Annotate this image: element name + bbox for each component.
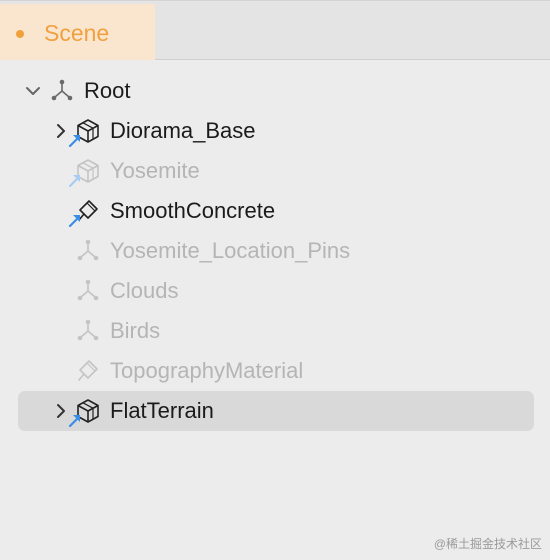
tab-bar: Scene	[0, 0, 550, 60]
tree-item-clouds[interactable]: Clouds	[18, 271, 534, 311]
tree-item-label: TopographyMaterial	[110, 358, 304, 383]
tree-item-diorama-base[interactable]: Diorama_Base	[18, 111, 534, 151]
link-arrow-icon	[68, 175, 81, 187]
chevron-right-icon[interactable]	[53, 123, 69, 139]
link-arrow-icon	[68, 415, 81, 427]
material-icon	[78, 360, 98, 381]
tree-item-smoothconcrete[interactable]: SmoothConcrete	[18, 191, 534, 231]
tree-item-topographymaterial[interactable]: TopographyMaterial	[18, 351, 534, 391]
tree-item-label: Clouds	[110, 278, 179, 303]
tree-item-flatterrain[interactable]: FlatTerrain	[18, 391, 534, 431]
tab-scene-label: Scene	[44, 20, 110, 46]
tree-item-label: Diorama_Base	[110, 118, 256, 143]
tree-item-label: Birds	[110, 318, 161, 343]
tree-item-label: Root	[84, 78, 131, 103]
transform-node-icon	[77, 319, 99, 341]
transform-node-icon	[51, 79, 73, 101]
tree-item-label: Yosemite_Location_Pins	[110, 238, 351, 263]
tree-item-birds[interactable]: Birds	[18, 311, 534, 351]
link-arrow-icon	[68, 135, 81, 147]
tree-item-yosemite[interactable]: Yosemite	[18, 151, 534, 191]
transform-node-icon	[77, 239, 99, 261]
tree-item-label: SmoothConcrete	[110, 198, 276, 223]
chevron-down-icon[interactable]	[25, 83, 41, 99]
tree-item-label: FlatTerrain	[110, 398, 214, 423]
tree-item-label: Yosemite	[110, 158, 200, 183]
tree-item-yosemite-location-pins[interactable]: Yosemite_Location_Pins	[18, 231, 534, 271]
tree-item-root[interactable]: Root	[18, 71, 534, 111]
chevron-right-icon[interactable]	[53, 403, 69, 419]
link-arrow-icon	[68, 215, 81, 227]
watermark: @稀土掘金技术社区	[433, 537, 542, 551]
tab-indicator-dot	[16, 30, 24, 38]
tab-scene[interactable]: Scene	[0, 4, 155, 60]
transform-node-icon	[77, 279, 99, 301]
